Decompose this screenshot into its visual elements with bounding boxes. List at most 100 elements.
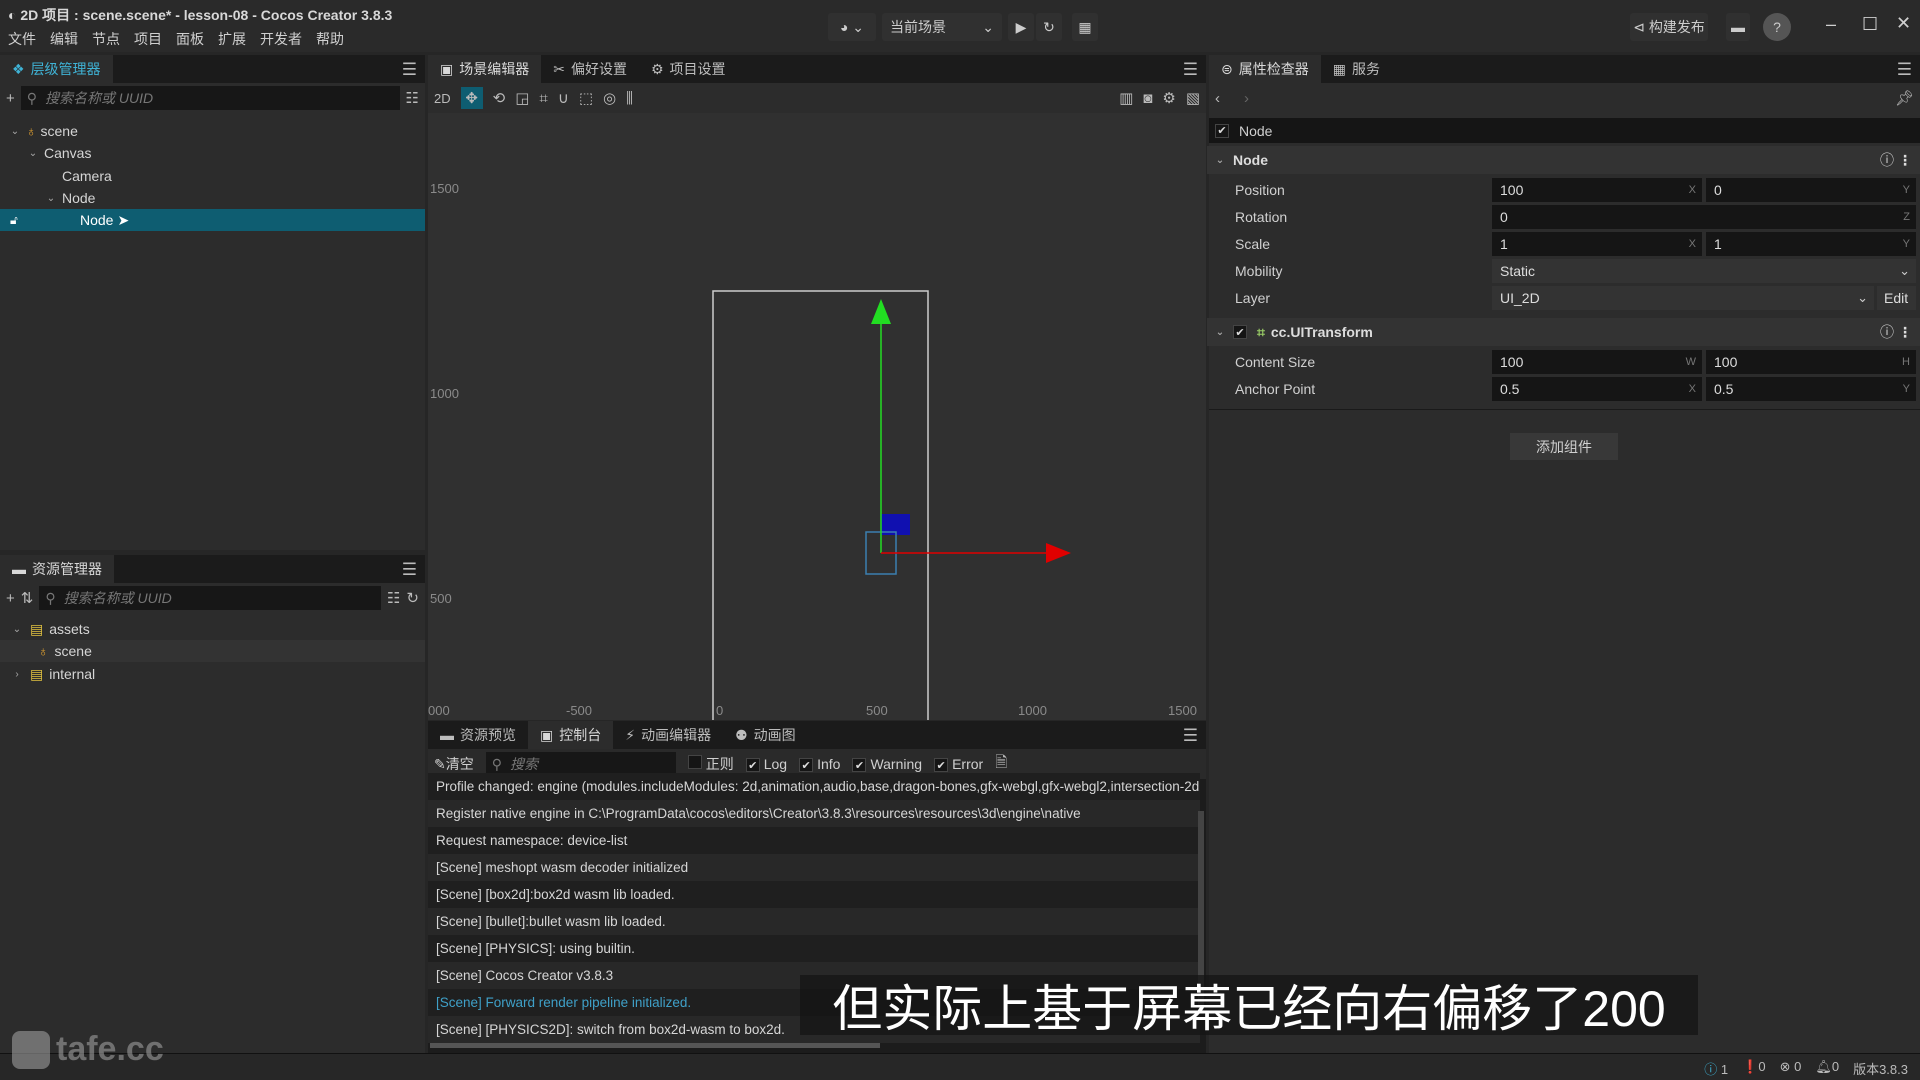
- menu-edit[interactable]: 编辑: [50, 29, 78, 49]
- menu-project[interactable]: 项目: [134, 29, 162, 49]
- position-y-input[interactable]: 0Y: [1706, 177, 1916, 202]
- lock-icon[interactable]: 🔓︎: [10, 213, 18, 228]
- qrcode-button[interactable]: ▦: [1072, 13, 1098, 41]
- camera-icon[interactable]: ◙: [1143, 90, 1152, 107]
- layout-icon[interactable]: ▧: [1186, 89, 1200, 107]
- asset-item-scene[interactable]: ♁ scene: [0, 640, 425, 662]
- layer-edit-button[interactable]: Edit: [1877, 285, 1916, 310]
- menu-panel[interactable]: 面板: [176, 29, 204, 49]
- tab-asset-preview[interactable]: ▬ 资源预览: [428, 721, 528, 749]
- add-icon[interactable]: +: [6, 590, 15, 607]
- back-icon[interactable]: ‹: [1215, 90, 1220, 107]
- checkbox[interactable]: ✔: [799, 758, 814, 773]
- collapse-all-icon[interactable]: ☷: [387, 589, 400, 607]
- close-button[interactable]: ✕: [1896, 13, 1911, 34]
- play-button[interactable]: ▶: [1008, 13, 1034, 41]
- tab-services[interactable]: ▦ 服务: [1321, 55, 1392, 83]
- menu-icon[interactable]: ☰: [402, 560, 417, 580]
- move-tool-icon[interactable]: ✥: [460, 87, 483, 109]
- tab-animation-graph[interactable]: ⚉ 动画图: [723, 721, 808, 749]
- filter-info[interactable]: ✔ Info: [799, 756, 840, 773]
- preview-platform-dropdown[interactable]: ◕ ⌄: [828, 13, 876, 41]
- build-button[interactable]: ⊲ 构建发布: [1630, 13, 1708, 41]
- anchor-y-input[interactable]: 0.5 Y: [1706, 376, 1916, 401]
- checkbox[interactable]: ✔: [934, 758, 949, 773]
- warning-count[interactable]: ❗0: [1742, 1059, 1765, 1078]
- anchor-x-input[interactable]: 0.5 X: [1492, 376, 1702, 401]
- filter-log[interactable]: ✔ Log: [745, 756, 787, 773]
- tab-console[interactable]: ▣ 控制台: [528, 721, 614, 749]
- collapse-all-icon[interactable]: ☷: [406, 89, 419, 107]
- tree-item-scene[interactable]: ⌄ ♁ scene: [0, 120, 425, 142]
- tab-scene-editor[interactable]: ▣ 场景编辑器: [428, 55, 542, 83]
- scale-tool-icon[interactable]: ◲: [515, 89, 529, 107]
- snap-icon[interactable]: ⫼: [626, 90, 633, 107]
- pin-icon[interactable]: 📌︎: [1895, 89, 1914, 107]
- filter-error[interactable]: ✔ Error: [934, 756, 983, 773]
- tree-item-node[interactable]: ⌄ Node: [0, 187, 425, 209]
- horizontal-scrollbar[interactable]: [430, 1043, 880, 1048]
- tab-animation-editor[interactable]: ⚡ 动画编辑器: [613, 721, 723, 749]
- scene-select[interactable]: 当前场景 ⌄: [882, 13, 1002, 41]
- more-icon[interactable]: ⋮: [1898, 152, 1912, 169]
- menu-icon[interactable]: ☰: [1897, 60, 1912, 80]
- tree-item-camera[interactable]: Camera: [0, 165, 425, 187]
- more-icon[interactable]: ⋮: [1898, 324, 1912, 341]
- position-x-input[interactable]: 100 X: [1492, 177, 1702, 202]
- rect-tool-icon[interactable]: ⌗: [539, 90, 547, 107]
- mobility-select[interactable]: Static ⌄: [1492, 258, 1916, 283]
- chevron-down-icon[interactable]: ⌄: [1213, 327, 1227, 338]
- node-section-header[interactable]: ⌄ Node ⓘ ⋮: [1207, 146, 1920, 174]
- checkbox[interactable]: ✔: [745, 758, 760, 773]
- gizmo-x-arrow[interactable]: [1046, 543, 1071, 563]
- asset-folder-internal[interactable]: › ▤ internal: [0, 663, 425, 685]
- info-count[interactable]: ⓘ 1: [1704, 1059, 1728, 1078]
- chevron-down-icon[interactable]: ⌄: [1213, 155, 1227, 166]
- content-height-input[interactable]: 100 H: [1706, 349, 1916, 374]
- help-icon[interactable]: ⓘ: [1880, 322, 1894, 342]
- menu-node[interactable]: 节点: [92, 29, 120, 49]
- layer-select[interactable]: UI_2D ⌄: [1492, 285, 1874, 310]
- notification-count[interactable]: 🔔︎0: [1815, 1059, 1839, 1078]
- menu-help[interactable]: 帮助: [316, 29, 344, 49]
- rotation-input[interactable]: 0Z: [1492, 204, 1916, 229]
- tree-item-canvas[interactable]: ⌄ Canvas: [0, 142, 425, 164]
- view-icon[interactable]: ▥: [1119, 89, 1133, 107]
- scale-y-input[interactable]: 1Y: [1706, 231, 1916, 256]
- gizmo-y-arrow[interactable]: [871, 299, 891, 324]
- add-icon[interactable]: +: [6, 90, 15, 107]
- pivot-icon[interactable]: ⬚: [579, 89, 593, 107]
- refresh-icon[interactable]: ↻: [406, 589, 419, 607]
- menu-developer[interactable]: 开发者: [260, 29, 302, 49]
- checkbox[interactable]: ✔: [852, 758, 867, 773]
- global-local-icon[interactable]: ◎: [603, 89, 616, 107]
- refresh-button[interactable]: ↻: [1036, 13, 1062, 41]
- chevron-down-icon[interactable]: ⌄: [10, 624, 24, 635]
- clear-button[interactable]: ✎清空: [434, 754, 474, 774]
- node-name-input[interactable]: Node: [1239, 123, 1272, 139]
- tab-inspector[interactable]: ⊜ 属性检查器: [1209, 55, 1321, 83]
- mode-2d-toggle[interactable]: 2D: [434, 91, 451, 106]
- tab-assets[interactable]: ▬ 资源管理器: [0, 555, 114, 583]
- help-button[interactable]: ?: [1763, 13, 1791, 41]
- hierarchy-search-input[interactable]: ⚲ 搜索名称或 UUID: [20, 86, 400, 110]
- tree-item-node-selected[interactable]: 🔓︎ Node ➤: [0, 209, 425, 231]
- settings-icon[interactable]: ⚙: [1162, 89, 1175, 107]
- chevron-down-icon[interactable]: ⌄: [26, 148, 40, 159]
- node-active-checkbox[interactable]: ✔: [1215, 123, 1229, 138]
- tab-project-settings[interactable]: ⚙ 项目设置: [639, 55, 738, 83]
- component-enabled-checkbox[interactable]: ✔: [1233, 325, 1247, 339]
- error-count[interactable]: ⊗ 0: [1780, 1059, 1802, 1078]
- help-icon[interactable]: ⓘ: [1880, 150, 1894, 170]
- menu-icon[interactable]: ☰: [402, 60, 417, 80]
- scale-x-input[interactable]: 1X: [1492, 231, 1702, 256]
- minimize-button[interactable]: –: [1826, 14, 1836, 35]
- content-width-input[interactable]: 100 W: [1492, 349, 1702, 374]
- menu-file[interactable]: 文件: [8, 29, 36, 49]
- filter-warning[interactable]: ✔ Warning: [852, 756, 922, 773]
- sort-icon[interactable]: ⇅: [21, 589, 34, 607]
- uitransform-section-header[interactable]: ⌄ ✔ ⌗ cc.UITransform ⓘ ⋮: [1207, 318, 1920, 346]
- assets-search-input[interactable]: ⚲ 搜索名称或 UUID: [39, 586, 381, 610]
- chevron-right-icon[interactable]: ›: [10, 669, 24, 680]
- tab-hierarchy[interactable]: ❖ 层级管理器: [0, 55, 113, 83]
